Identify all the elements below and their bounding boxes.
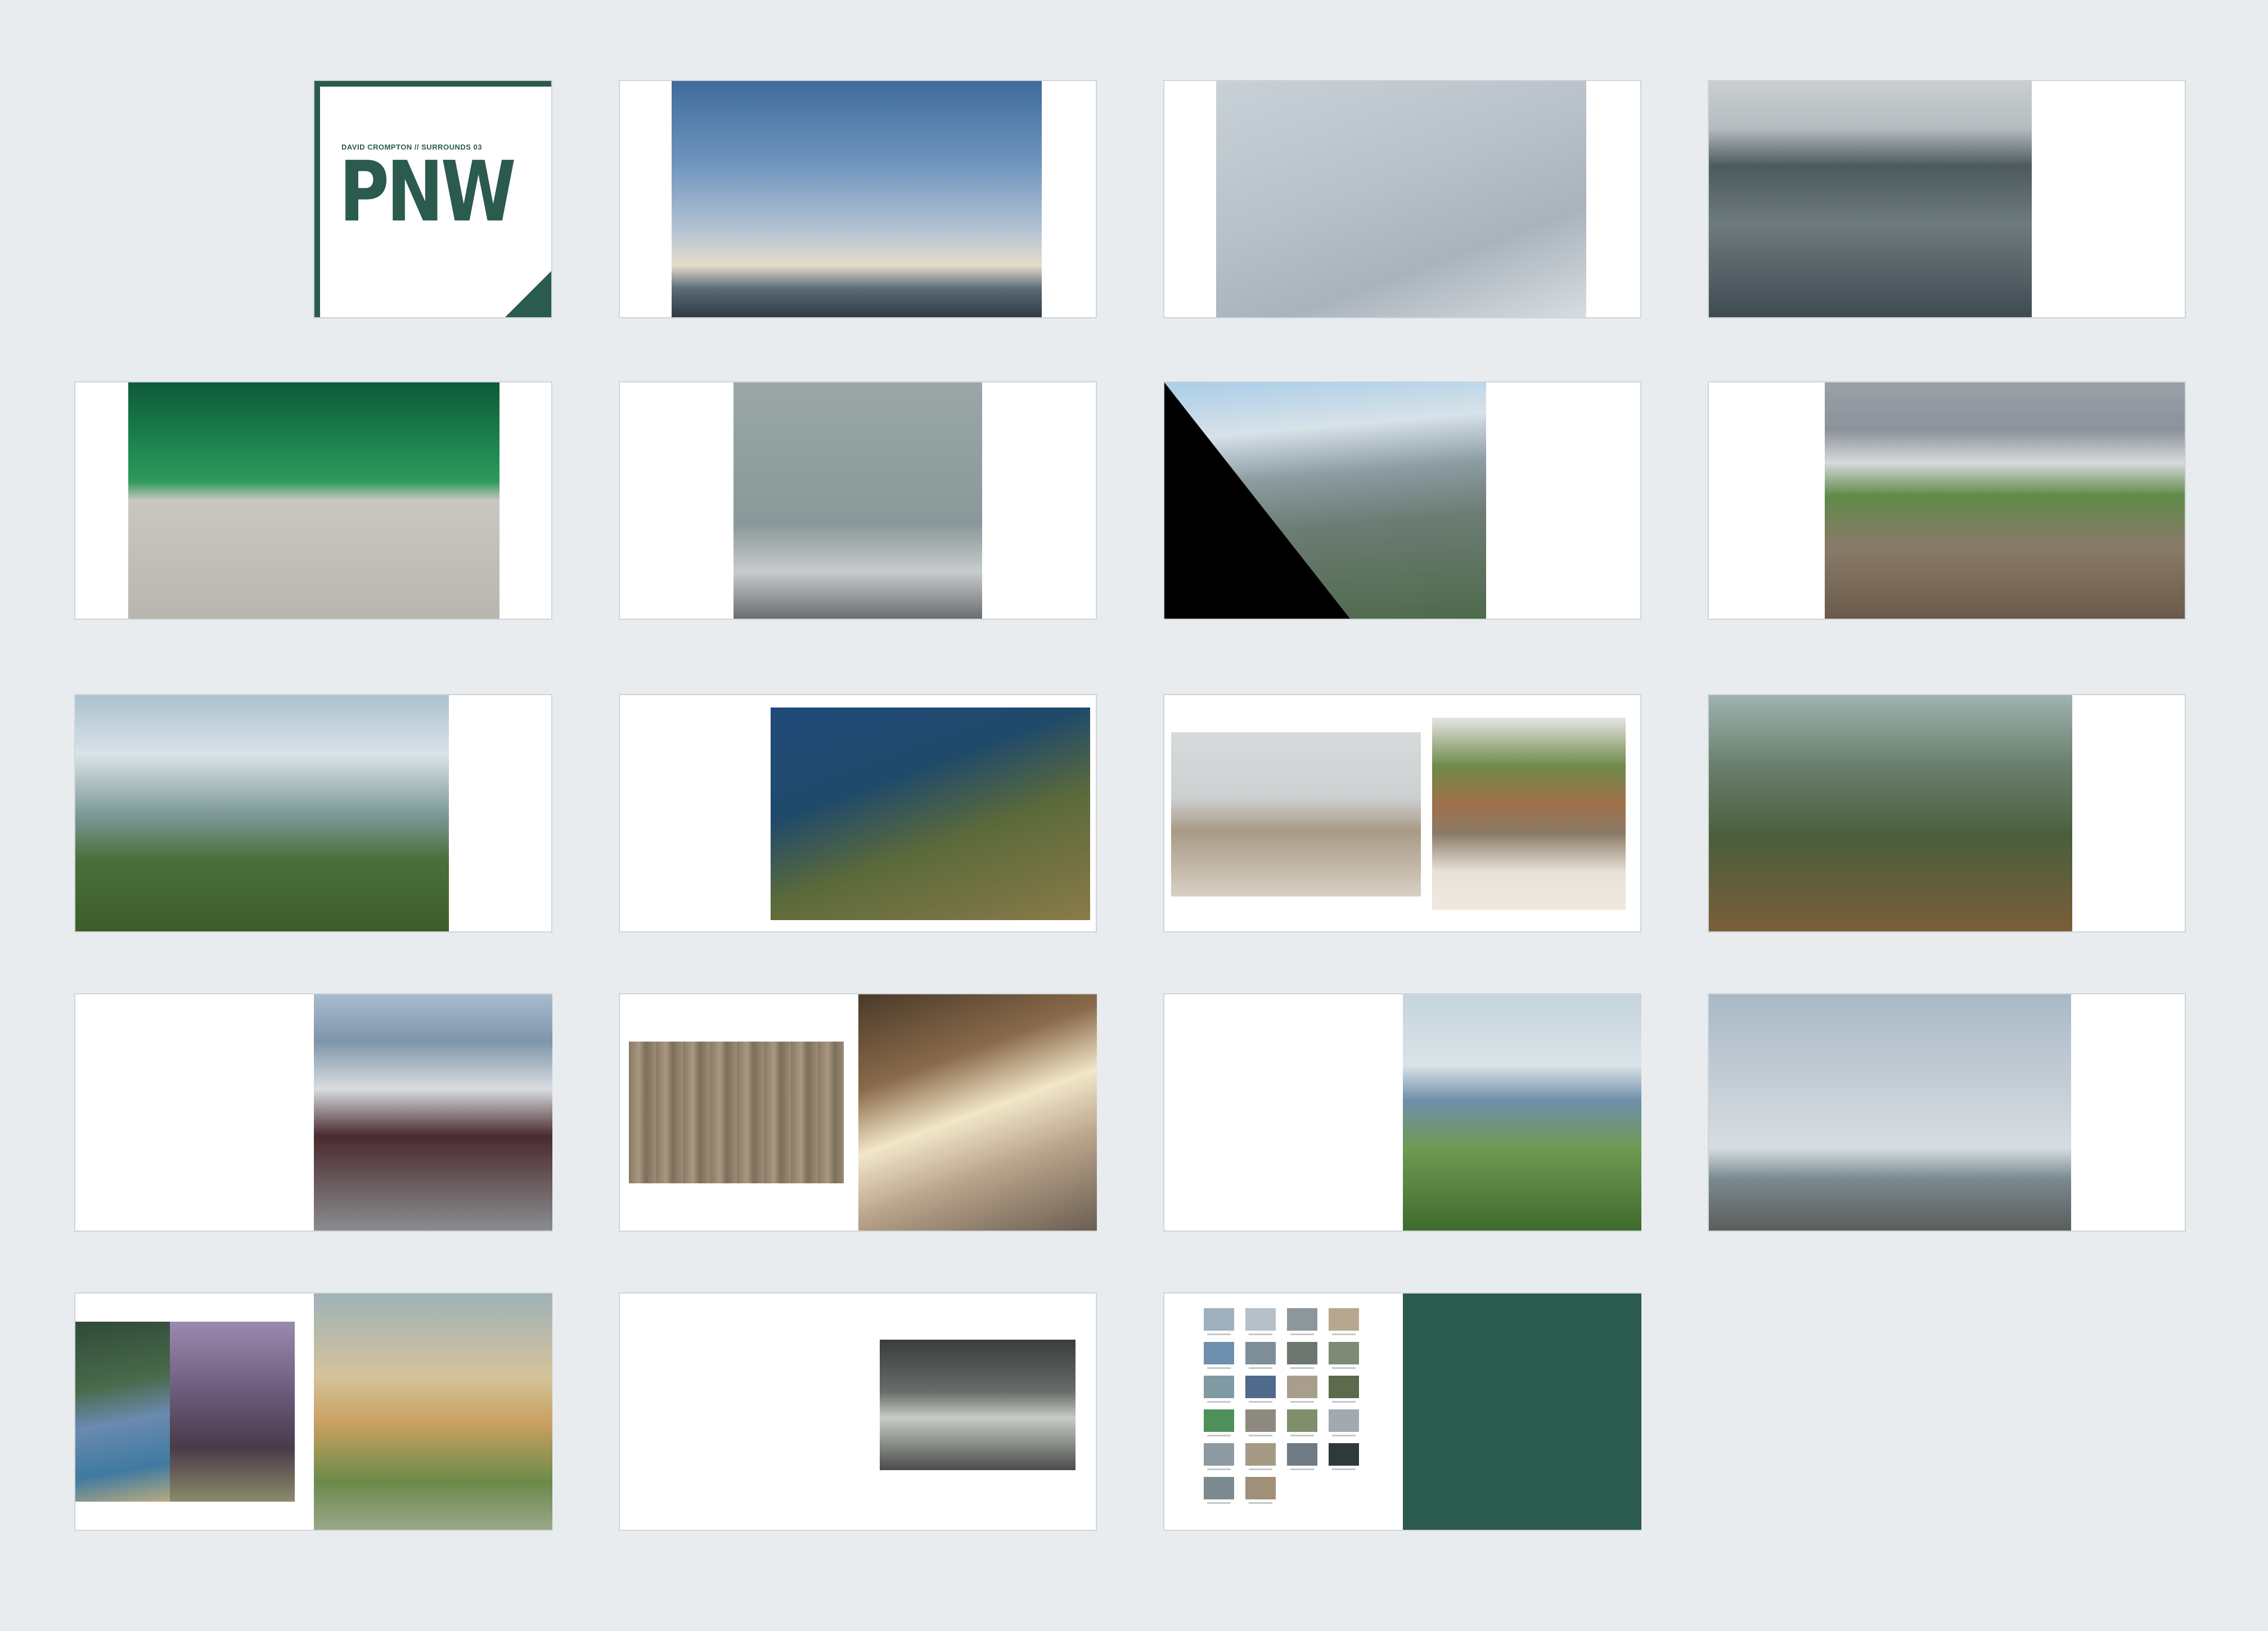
spread-6[interactable] [619,381,1097,620]
contents-thumbnail-grid [1204,1308,1359,1504]
spread-14[interactable] [619,993,1097,1232]
photo-skater-overhead [1216,81,1586,317]
spread-11[interactable] [1163,694,1641,932]
photo-painting-coast [75,1322,173,1502]
thumbnail [1329,1376,1359,1403]
thumbnail [1287,1308,1317,1335]
photo-driftwood-teepee [1171,732,1421,896]
thumbnail [1329,1342,1359,1369]
photo-beekeeper [314,1294,552,1530]
photo-forest-wreck [1709,695,2072,931]
spread-13[interactable] [74,993,552,1232]
photo-painting-trees [170,1322,295,1502]
thumbnail [1204,1443,1234,1470]
thumbnail [1287,1409,1317,1436]
cover-title: PNW [339,143,516,240]
photo-ferry-deck [734,382,982,619]
spread-16[interactable] [1708,993,2186,1232]
spread-17[interactable] [74,1292,552,1531]
photo-eagles-railing [672,81,1042,317]
thumbnail [1245,1342,1276,1369]
thumbnail [1204,1308,1234,1335]
spread-9[interactable] [74,694,552,932]
thumbnail [1245,1477,1276,1504]
spread-8[interactable] [1708,381,2186,620]
spread-4[interactable] [1708,80,2186,318]
photo-hiker-hillside [1403,994,1641,1231]
spread-5[interactable] [74,381,552,620]
photo-car-interior [880,1340,1076,1470]
spread-12[interactable] [1708,694,2186,932]
spread-10[interactable] [619,694,1097,932]
thumbnail [1245,1308,1276,1335]
photo-beach-horizon [1709,994,2071,1231]
thumbnail [1204,1376,1234,1403]
spread-3[interactable] [1163,80,1641,318]
back-cover-color-block [1403,1294,1641,1530]
thumbnail [1329,1443,1359,1470]
thumbnail [1329,1308,1359,1335]
black-triangle-shape [1164,382,1350,619]
spread-19[interactable] [1163,1292,1641,1531]
spread-2[interactable] [619,80,1097,318]
cover-page[interactable]: DAVID CROMPTON // SURROUNDS 03 PNW [313,80,552,318]
thumbnail [1204,1342,1234,1369]
photo-green-pool [128,382,500,619]
photo-hiker-lake [771,708,1090,920]
thumbnail [1287,1342,1317,1369]
photo-foggy-park [75,695,449,931]
spread-7[interactable] [1163,381,1641,620]
photo-carved-plane [629,1042,844,1183]
cover-corner-triangle [505,271,551,317]
photo-driftwood-fort [1432,718,1626,910]
spread-18[interactable] [619,1292,1097,1531]
photo-bridge-sun [858,994,1097,1231]
thumbnail [1329,1409,1359,1436]
photo-rail-tracks [1825,382,2185,619]
thumbnail [1245,1409,1276,1436]
thumbnail [1245,1443,1276,1470]
thumbnail [1287,1376,1317,1403]
thumbnail [1204,1477,1234,1504]
photo-ferry-hoodie [314,994,552,1231]
photo-rainy-street [1709,81,2032,317]
thumbnail [1287,1443,1317,1470]
thumbnail [1245,1376,1276,1403]
spread-15[interactable] [1163,993,1641,1232]
thumbnail [1204,1409,1234,1436]
